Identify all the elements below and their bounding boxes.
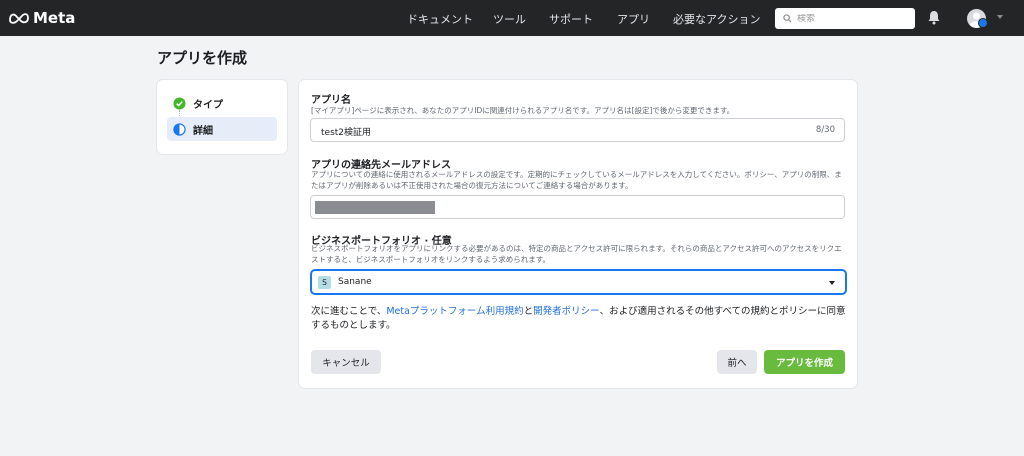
contact-email-field[interactable] xyxy=(310,195,845,219)
step-navigator: タイプ 詳細 xyxy=(157,80,287,154)
page-title: アプリを作成 xyxy=(157,49,248,67)
contact-email-description: アプリについての連絡に使用されるメールアドレスの設定です。定期的にチェックしてい… xyxy=(311,170,842,190)
app-name-value: test2検証用 xyxy=(321,128,372,138)
meta-infinity-icon xyxy=(9,13,29,24)
nav-tools[interactable]: ツール xyxy=(493,11,526,27)
half-circle-progress-icon xyxy=(173,122,186,136)
step-label: 詳細 xyxy=(193,125,213,137)
app-name-description: [マイアプリ]ページに表示され、あなたのアプリIDに関連付けられるアプリ名です。… xyxy=(311,106,735,115)
brand-name: Meta xyxy=(33,9,76,27)
terms-middle: と xyxy=(523,306,534,317)
step-details[interactable]: 詳細 xyxy=(167,117,277,141)
account-menu-caret-icon[interactable] xyxy=(997,15,1003,19)
create-app-button[interactable]: アプリを作成 xyxy=(764,350,845,374)
check-circle-icon xyxy=(173,96,186,110)
portfolio-initial-badge: S xyxy=(318,276,331,289)
step-label: タイプ xyxy=(193,99,223,111)
business-portfolio-select[interactable]: S Sanane xyxy=(311,270,846,294)
platform-terms-link[interactable]: Metaプラットフォーム利用規約 xyxy=(386,306,523,317)
search-box[interactable] xyxy=(775,8,915,29)
terms-notice: 次に進むことで、Metaプラットフォーム利用規約と開発者ポリシー、および適用され… xyxy=(311,305,851,333)
notification-bell-icon[interactable] xyxy=(927,10,941,25)
app-name-label: アプリ名 xyxy=(311,95,351,106)
nav-apps[interactable]: アプリ xyxy=(617,11,650,27)
back-button[interactable]: 前へ xyxy=(717,350,757,374)
facebook-badge-icon xyxy=(978,18,988,28)
cancel-button[interactable]: キャンセル xyxy=(311,350,381,374)
developer-policy-link[interactable]: 開発者ポリシー xyxy=(533,306,599,317)
search-icon xyxy=(783,14,792,23)
app-name-field[interactable]: test2検証用 8/30 xyxy=(310,118,845,142)
step-type[interactable]: タイプ xyxy=(167,91,277,115)
meta-logo[interactable]: Meta xyxy=(8,9,75,27)
create-app-form: アプリ名 [マイアプリ]ページに表示され、あなたのアプリIDに関連付けられるアプ… xyxy=(299,80,857,388)
terms-prefix: 次に進むことで、 xyxy=(311,306,387,317)
char-counter: 8/30 xyxy=(815,125,835,135)
selected-portfolio: Sanane xyxy=(338,277,372,287)
nav-required-actions[interactable]: 必要なアクション xyxy=(673,11,760,27)
nav-support[interactable]: サポート xyxy=(549,11,593,27)
dropdown-caret-icon xyxy=(829,281,835,285)
search-input[interactable] xyxy=(797,13,907,24)
business-portfolio-description: ビジネスポートフォリオをアプリにリンクする必要があるのは、特定の商品とアクセス許… xyxy=(311,244,842,264)
nav-documents[interactable]: ドキュメント xyxy=(407,11,473,27)
redacted-email xyxy=(315,201,435,214)
top-nav-bar: Meta ドキュメント ツール サポート アプリ 必要なアクション xyxy=(0,0,1024,36)
